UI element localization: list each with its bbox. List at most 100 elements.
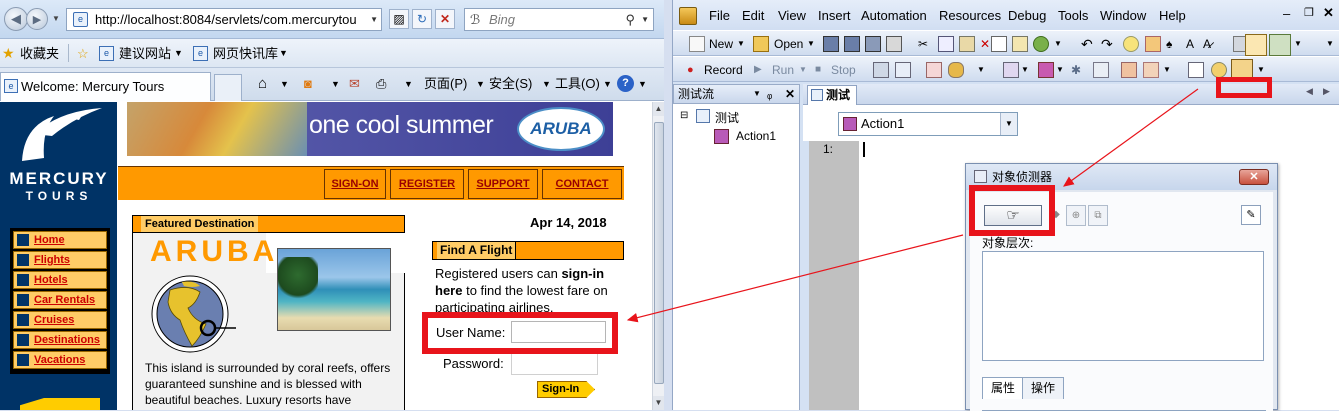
save-icon[interactable] xyxy=(823,36,839,52)
refresh-icon[interactable]: ↻ xyxy=(412,9,432,29)
feeds-icon[interactable]: ◙ xyxy=(304,74,312,94)
tab-scroll-left-icon[interactable]: ◀ xyxy=(1306,86,1313,97)
nav-car-rentals[interactable]: Car Rentals xyxy=(13,291,107,309)
register-link[interactable]: REGISTER xyxy=(390,169,464,199)
chevron-down-icon[interactable]: ▼ xyxy=(404,74,413,94)
contact-link[interactable]: CONTACT xyxy=(542,169,622,199)
chevron-down-icon[interactable]: ▼ xyxy=(753,85,761,103)
menu-help[interactable]: Help xyxy=(1159,8,1186,23)
menu-edit[interactable]: Edit xyxy=(742,8,764,23)
support-link[interactable]: SUPPORT xyxy=(468,169,538,199)
edit-icon[interactable] xyxy=(991,36,1007,52)
page-menu[interactable]: 页面(P) xyxy=(424,74,467,94)
step-over-icon[interactable] xyxy=(1121,62,1137,78)
list-icon[interactable] xyxy=(1188,62,1204,78)
menu-automation[interactable]: Automation xyxy=(861,8,927,23)
restore-icon[interactable]: ❐ xyxy=(1304,6,1314,19)
cut-icon[interactable]: ✂ xyxy=(918,36,928,52)
menu-resources[interactable]: Resources xyxy=(939,8,1001,23)
nav-flights[interactable]: Flights xyxy=(13,251,107,269)
chevron-down-icon[interactable]: ▼ xyxy=(1054,36,1062,52)
scroll-down-icon[interactable]: ▼ xyxy=(653,396,664,410)
history-dropdown-icon[interactable]: ▼ xyxy=(52,14,60,23)
replace-icon[interactable]: A xyxy=(1186,36,1194,52)
tree-action1[interactable]: Action1 xyxy=(736,129,776,143)
tab-mercury-tours[interactable]: e Welcome: Mercury Tours xyxy=(0,72,211,101)
scroll-thumb[interactable] xyxy=(654,122,664,384)
search-dropdown-icon[interactable]: ▼ xyxy=(641,9,649,30)
nav-cruises[interactable]: Cruises xyxy=(13,311,107,329)
stop-icon[interactable]: ✕ xyxy=(435,9,455,29)
copy-icon[interactable]: ⧉ xyxy=(1088,205,1108,226)
menu-insert[interactable]: Insert xyxy=(818,8,851,23)
object-repository-icon[interactable] xyxy=(1012,36,1028,52)
checkpoint-icon[interactable] xyxy=(926,62,942,78)
nav-hotels[interactable]: Hotels xyxy=(13,271,107,289)
chevron-down-icon[interactable]: ▼ xyxy=(280,74,289,94)
forward-button[interactable]: ▶ xyxy=(26,8,48,30)
banner-ad[interactable]: one cool summer ARUBA xyxy=(127,102,613,156)
favorites-button[interactable]: 收藏夹 xyxy=(20,39,59,68)
tree-root[interactable]: 测试 xyxy=(715,109,739,126)
add-object-icon[interactable] xyxy=(1269,34,1291,56)
check-icon[interactable] xyxy=(1033,36,1049,52)
chevron-down-icon[interactable]: ▼ xyxy=(737,36,745,52)
suggested-sites-link[interactable]: 建议网站 xyxy=(119,39,171,68)
tab-test[interactable]: 测试 xyxy=(807,85,857,105)
menu-debug[interactable]: Debug xyxy=(1008,8,1046,23)
pin-icon[interactable]: ᵩ xyxy=(767,85,772,103)
smart-icon[interactable] xyxy=(1211,62,1227,78)
menu-file[interactable]: File xyxy=(709,8,730,23)
object-hierarchy-tree[interactable] xyxy=(982,251,1264,361)
low-level-record-icon[interactable] xyxy=(895,62,911,78)
edit-icon[interactable]: ✎ xyxy=(1241,205,1261,225)
add-favorite-icon[interactable]: ☆ xyxy=(77,39,89,68)
home-icon[interactable]: ⌂ xyxy=(258,74,267,94)
close-icon[interactable]: ✕ xyxy=(1323,5,1334,21)
record-button[interactable]: Record xyxy=(704,62,743,78)
function-icon[interactable] xyxy=(1038,62,1054,78)
sign-in-button[interactable]: Sign-In xyxy=(537,381,595,398)
undo-icon[interactable]: ↶ xyxy=(1081,36,1093,52)
toolbar-options-icon[interactable]: ▼ xyxy=(1294,36,1302,52)
nav-home[interactable]: Home xyxy=(13,231,107,249)
tab-operations[interactable]: 操作 xyxy=(1022,377,1065,399)
web-slice-gallery-link[interactable]: 网页快讯库 xyxy=(213,39,278,68)
password-input[interactable] xyxy=(511,353,598,375)
breakpoint-icon[interactable]: ✱ xyxy=(1071,62,1081,78)
vertical-scrollbar[interactable]: ▲ ▼ xyxy=(652,102,664,410)
redo-icon[interactable]: ↷ xyxy=(1101,36,1113,52)
address-bar[interactable]: e http://localhost:8084/servlets/com.mer… xyxy=(66,8,382,31)
scroll-up-icon[interactable]: ▲ xyxy=(653,102,664,116)
output-value-icon[interactable] xyxy=(948,62,964,78)
search-icon[interactable]: ⚲ xyxy=(625,9,635,30)
nav-destinations[interactable]: Destinations xyxy=(13,331,107,349)
help-icon[interactable]: ? xyxy=(617,75,634,92)
run-button[interactable]: Run xyxy=(772,62,794,78)
tab-properties[interactable]: 属性 xyxy=(982,377,1025,399)
chevron-down-icon[interactable]: ▼ xyxy=(799,62,807,78)
chevron-down-icon[interactable]: ▼ xyxy=(331,74,340,94)
nav-vacations[interactable]: Vacations xyxy=(13,351,107,369)
chevron-down-icon[interactable]: ▼ xyxy=(638,74,647,94)
close-icon[interactable]: ✕ xyxy=(1239,169,1269,185)
compat-view-icon[interactable]: ▨ xyxy=(389,9,409,29)
delete-icon[interactable]: ✕ xyxy=(980,36,990,52)
back-button[interactable]: ◀ xyxy=(4,7,28,31)
mail-icon[interactable]: ✉ xyxy=(349,74,360,94)
action-selector[interactable]: Action1 ▼ xyxy=(838,112,1018,136)
paste-icon[interactable] xyxy=(959,36,975,52)
tree-collapse-icon[interactable]: ⊟ xyxy=(680,110,688,121)
address-dropdown-icon[interactable]: ▼ xyxy=(370,9,378,30)
stop-button[interactable]: Stop xyxy=(831,62,856,78)
chevron-down-icon[interactable]: ▼ xyxy=(807,36,815,52)
sign-on-link[interactable]: SIGN-ON xyxy=(324,169,386,199)
uncomment-icon[interactable] xyxy=(1145,36,1161,52)
comment-icon[interactable] xyxy=(1123,36,1139,52)
new-tab-button[interactable] xyxy=(214,74,242,101)
new-button[interactable]: New xyxy=(709,36,733,52)
safety-menu[interactable]: 安全(S) xyxy=(489,74,532,94)
tab-scroll-right-icon[interactable]: ▶ xyxy=(1323,86,1330,97)
minimize-icon[interactable]: – xyxy=(1283,6,1290,21)
open-button[interactable]: Open xyxy=(774,36,803,52)
